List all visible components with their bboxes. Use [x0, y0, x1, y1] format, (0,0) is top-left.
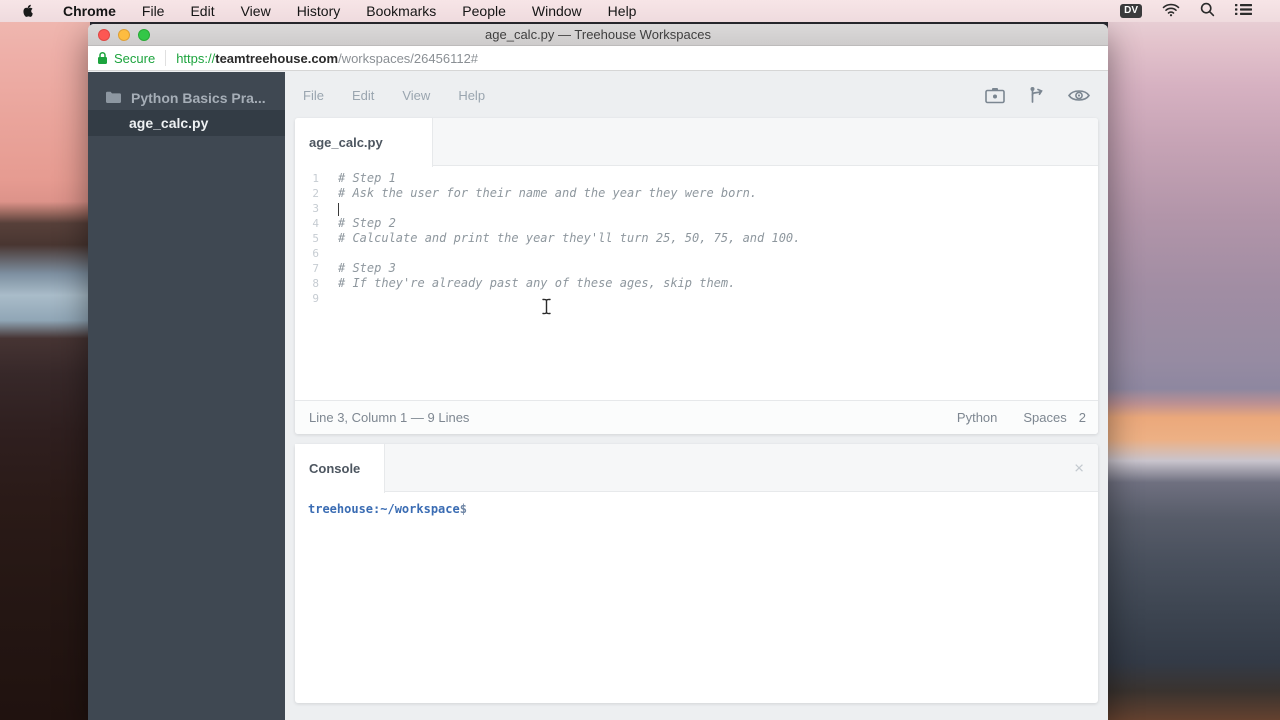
- workspace-main: File Edit View Help: [285, 72, 1108, 720]
- terminal-prompt-symbol: $: [460, 502, 467, 516]
- editor-statusbar: Line 3, Column 1 — 9 Lines Python Spaces…: [295, 400, 1098, 434]
- mouse-ibeam-cursor: [541, 298, 552, 318]
- menubar-app-name[interactable]: Chrome: [50, 3, 129, 19]
- window-title: age_calc.py — Treehouse Workspaces: [485, 27, 711, 42]
- menubar-item-help[interactable]: Help: [595, 3, 650, 19]
- menubar-item-people[interactable]: People: [449, 3, 519, 19]
- line-number: 4: [295, 216, 319, 231]
- menubar-item-bookmarks[interactable]: Bookmarks: [353, 3, 449, 19]
- window-titlebar[interactable]: age_calc.py — Treehouse Workspaces: [88, 24, 1108, 46]
- code-line[interactable]: 5 # Calculate and print the year they'll …: [295, 231, 1098, 246]
- code-lines: 1 # Step 1 2 # Ask the user for their name …: [295, 171, 1098, 306]
- code-text: # Calculate and print the year they'll t…: [338, 231, 800, 246]
- minimize-window-button[interactable]: [118, 29, 130, 41]
- code-line[interactable]: 7 # Step 3: [295, 261, 1098, 276]
- address-bar[interactable]: Secure https://teamtreehouse.com/workspa…: [88, 46, 1108, 71]
- code-line[interactable]: 2 # Ask the user for their name and the y…: [295, 186, 1098, 201]
- editor-panel: age_calc.py 1 # Step 1 2 # Ask the user for…: [295, 118, 1098, 434]
- code-text: [338, 201, 339, 216]
- code-line[interactable]: 4 # Step 2: [295, 216, 1098, 231]
- line-number: 5: [295, 231, 319, 246]
- treehouse-workspace: Python Basics Pra... age_calc.py File Ed…: [88, 72, 1108, 720]
- line-number: 9: [295, 291, 319, 306]
- language-mode-selector[interactable]: Python: [957, 410, 997, 425]
- indent-type-selector[interactable]: Spaces: [1023, 410, 1066, 425]
- project-folder[interactable]: Python Basics Pra...: [88, 86, 285, 110]
- code-text: # If they're already past any of these a…: [338, 276, 735, 291]
- notification-list-icon[interactable]: [1235, 3, 1252, 19]
- apple-menu-icon[interactable]: [0, 3, 50, 19]
- secure-label: Secure: [114, 51, 155, 66]
- code-line[interactable]: 8 # If they're already past any of these …: [295, 276, 1098, 291]
- menubar-item-history[interactable]: History: [284, 3, 354, 19]
- console-panel: Console × treehouse:~/workspace$: [295, 444, 1098, 703]
- code-editor[interactable]: 1 # Step 1 2 # Ask the user for their name …: [295, 166, 1098, 400]
- line-number: 1: [295, 171, 319, 186]
- console-tab-label: Console: [309, 461, 360, 476]
- menubar-item-edit[interactable]: Edit: [177, 3, 227, 19]
- code-text: # Step 2: [338, 216, 396, 231]
- secure-lock-icon: [97, 51, 108, 65]
- workspace-menu-edit[interactable]: Edit: [352, 88, 374, 103]
- desktop-wallpaper-right: [1108, 0, 1280, 720]
- file-name: age_calc.py: [129, 115, 208, 131]
- menubar-item-file[interactable]: File: [129, 3, 178, 19]
- url-domain: teamtreehouse.com: [215, 51, 338, 66]
- file-sidebar: Python Basics Pra... age_calc.py: [88, 72, 285, 720]
- code-line[interactable]: 6: [295, 246, 1098, 261]
- dv-status-badge[interactable]: DV: [1120, 4, 1142, 18]
- tab-label: age_calc.py: [309, 135, 383, 150]
- line-number: 3: [295, 201, 319, 216]
- workspace-menu-view[interactable]: View: [402, 88, 430, 103]
- terminal-prompt: treehouse:~/workspace: [308, 502, 460, 516]
- code-text: # Ask the user for their name and the ye…: [338, 186, 757, 201]
- wifi-icon[interactable]: [1162, 3, 1180, 20]
- workspace-menubar: File Edit View Help: [285, 72, 1108, 118]
- console-close-icon[interactable]: ×: [1074, 459, 1084, 476]
- close-window-button[interactable]: [98, 29, 110, 41]
- macos-menubar: Chrome File Edit View History Bookmarks …: [0, 0, 1280, 22]
- line-number: 8: [295, 276, 319, 291]
- code-line[interactable]: 1 # Step 1: [295, 171, 1098, 186]
- text-caret: [338, 203, 339, 216]
- url-scheme: https://: [176, 51, 215, 66]
- tab-console[interactable]: Console: [295, 444, 385, 493]
- terminal[interactable]: treehouse:~/workspace$: [295, 492, 1098, 702]
- line-number: 2: [295, 186, 319, 201]
- menubar-item-view[interactable]: View: [228, 3, 284, 19]
- fork-icon[interactable]: [1029, 86, 1044, 104]
- workspace-menu-file[interactable]: File: [303, 88, 324, 103]
- line-number: 6: [295, 246, 319, 261]
- cursor-position-label: Line 3, Column 1 — 9 Lines: [309, 410, 469, 425]
- code-line[interactable]: 9: [295, 291, 1098, 306]
- spotlight-search-icon[interactable]: [1200, 2, 1215, 20]
- editor-tabbar: age_calc.py: [295, 118, 1098, 166]
- browser-window: age_calc.py — Treehouse Workspaces Secur…: [88, 24, 1108, 720]
- urlbar-divider: [165, 50, 166, 66]
- project-name: Python Basics Pra...: [131, 90, 266, 106]
- sidebar-file-age-calc[interactable]: age_calc.py: [88, 110, 285, 136]
- indent-size-selector[interactable]: 2: [1079, 410, 1086, 425]
- code-text: # Step 1: [338, 171, 396, 186]
- preview-eye-icon[interactable]: [1068, 88, 1090, 103]
- zoom-window-button[interactable]: [138, 29, 150, 41]
- line-number: 7: [295, 261, 319, 276]
- url-path: /workspaces/26456112#: [338, 51, 478, 66]
- tab-age-calc-py[interactable]: age_calc.py: [295, 118, 433, 167]
- folder-icon: [106, 90, 121, 106]
- menubar-item-window[interactable]: Window: [519, 3, 595, 19]
- desktop-wallpaper-left: [0, 0, 90, 720]
- console-tabbar: Console ×: [295, 444, 1098, 492]
- code-text: # Step 3: [338, 261, 396, 276]
- snapshot-camera-icon[interactable]: [985, 87, 1005, 104]
- workspace-menu-help[interactable]: Help: [458, 88, 485, 103]
- code-line[interactable]: 3: [295, 201, 1098, 216]
